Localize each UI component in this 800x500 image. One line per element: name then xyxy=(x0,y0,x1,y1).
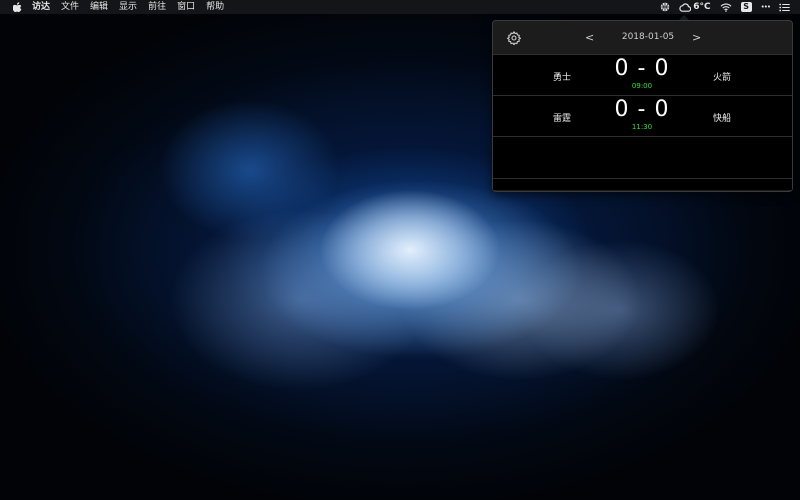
menu-edit[interactable]: 编辑 xyxy=(90,0,108,14)
apple-icon[interactable] xyxy=(12,2,22,12)
menu-bar: 访达 文件 编辑 显示 前往 窗口 帮助 6°C S ••• xyxy=(0,0,800,14)
wifi-icon[interactable] xyxy=(720,0,732,14)
next-day-button[interactable]: > xyxy=(692,31,701,44)
menu-go[interactable]: 前往 xyxy=(148,0,166,14)
menu-finder[interactable]: 访达 xyxy=(32,0,50,14)
game-time: 09:00 xyxy=(631,82,653,90)
popover-header: < 2018-01-05 > xyxy=(493,21,792,55)
menu-view[interactable]: 显示 xyxy=(119,0,137,14)
list-icon[interactable] xyxy=(779,0,790,14)
basketball-icon[interactable] xyxy=(660,0,670,14)
game-time: 11:30 xyxy=(631,123,653,131)
more-icon[interactable]: ••• xyxy=(761,0,771,14)
game-row[interactable]: 雷霆 0 - 0 11:30 快船 xyxy=(493,96,792,137)
gear-icon[interactable] xyxy=(506,30,522,46)
game-row[interactable]: 勇士 0 - 0 09:00 火箭 xyxy=(493,55,792,96)
weather-temperature: 6°C xyxy=(693,2,711,12)
menu-help[interactable]: 帮助 xyxy=(206,0,224,14)
s-app-icon[interactable]: S xyxy=(740,0,752,14)
game-score: 0 - 0 xyxy=(614,56,670,81)
nba-scores-popover: < 2018-01-05 > 勇士 0 - 0 09:00 火箭 雷霆 0 - … xyxy=(492,20,793,192)
home-team: 勇士 xyxy=(553,73,572,83)
previous-day-button[interactable]: < xyxy=(585,31,594,44)
menu-file[interactable]: 文件 xyxy=(61,0,79,14)
games-list: 勇士 0 - 0 09:00 火箭 雷霆 0 - 0 11:30 快船 xyxy=(493,55,792,190)
home-team: 雷霆 xyxy=(553,114,572,124)
game-score: 0 - 0 xyxy=(614,97,670,122)
menu-left: 访达 文件 编辑 显示 前往 窗口 帮助 xyxy=(0,0,235,14)
away-team: 快船 xyxy=(713,114,732,124)
s-app-badge: S xyxy=(740,2,752,12)
weather-widget[interactable]: 6°C xyxy=(679,0,711,14)
cloud-icon xyxy=(679,2,692,12)
status-area: 6°C S ••• xyxy=(660,0,790,14)
empty-row xyxy=(493,137,792,179)
date-label: 2018-01-05 xyxy=(621,32,675,42)
away-team: 火箭 xyxy=(713,73,732,83)
menu-window[interactable]: 窗口 xyxy=(177,0,195,14)
